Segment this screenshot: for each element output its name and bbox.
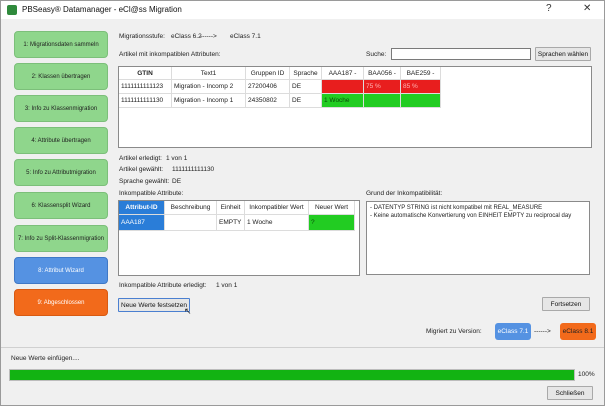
progress-fill xyxy=(10,370,574,380)
reason-heading: Grund der Inkompatibilität: xyxy=(366,190,443,197)
help-icon[interactable]: ? xyxy=(546,3,552,14)
table-row-1-baa056[interactable]: 75 % xyxy=(364,80,401,94)
step-5-button[interactable]: 5: Info zu Attributmigration xyxy=(14,159,108,186)
table-row-1-text1[interactable]: Migration - Incomp 2 xyxy=(172,80,246,94)
step-2-button[interactable]: 2: Klassen übertragen xyxy=(14,63,108,90)
table-row-1-bae259[interactable]: 85 % xyxy=(401,80,441,94)
version-arrow: ------> xyxy=(534,328,551,335)
mouse-cursor-icon: ↖ xyxy=(184,306,192,316)
attribute-row-description[interactable] xyxy=(165,215,217,231)
migration-arrow: ------> xyxy=(200,33,217,40)
continue-button[interactable]: Fortsetzen xyxy=(542,297,590,311)
incompatible-heading: Inkompatible Attribute: xyxy=(119,190,184,197)
col-header-text1[interactable]: Text1 xyxy=(172,67,246,80)
articles-heading: Artikel mit inkompatiblen Attributen: xyxy=(119,51,221,58)
app-icon xyxy=(7,5,17,15)
app-window: PBSeasy® Datamanager - eCl@ss Migration … xyxy=(0,0,605,406)
table-row-2-aaa187[interactable]: 1 Woche xyxy=(322,94,364,108)
attributes-done-label: Inkompatible Attribute erledigt: xyxy=(119,282,207,289)
progress-percent: 100% xyxy=(578,371,595,378)
divider xyxy=(1,347,604,348)
attributes-done-value: 1 von 1 xyxy=(216,282,238,289)
attribute-row-id[interactable]: AAA187 xyxy=(119,215,165,231)
table-row-2-baa056[interactable] xyxy=(364,94,401,108)
col-header-language[interactable]: Sprache xyxy=(290,67,322,80)
table-row-2-bae259[interactable] xyxy=(401,94,441,108)
window-title: PBSeasy® Datamanager - eCl@ss Migration xyxy=(22,5,182,14)
version-from-chip: eClass 7.1 xyxy=(495,323,531,340)
language-selected-label: Sprache gewählt: xyxy=(119,178,170,185)
progress-bar xyxy=(9,369,575,381)
table-row-2-text1[interactable]: Migration - Incomp 1 xyxy=(172,94,246,108)
reason-line-1: - DATENTYP STRING ist nicht kompatibel m… xyxy=(370,205,543,211)
step-6-button[interactable]: 6: Klassensplit Wizard xyxy=(14,192,108,219)
migrated-to-label: Migriert zu Version: xyxy=(426,328,482,335)
version-to-chip: eClass 8.1 xyxy=(560,323,596,340)
language-selected-value: DE xyxy=(172,178,182,185)
col-header-unit[interactable]: Einheit xyxy=(217,201,245,215)
col-header-attribute-id[interactable]: Attribut-ID xyxy=(119,201,165,215)
step-3-button[interactable]: 3: Info zu Klassenmigration xyxy=(14,95,108,122)
step-4-button[interactable]: 4: Attribute übertragen xyxy=(14,127,108,154)
progress-label: Neue Werte einfügen.... xyxy=(11,355,80,362)
table-row-2-group-id[interactable]: 24350802 xyxy=(246,94,290,108)
migration-from: eClass 6.2 xyxy=(171,33,202,40)
col-header-gtin[interactable]: GTIN xyxy=(119,67,172,80)
table-row-1-gtin[interactable]: 1111111111123 xyxy=(119,80,172,94)
col-header-aaa187[interactable]: AAA187 - xyxy=(322,67,364,80)
table-row-2-gtin[interactable]: 1111111111130 xyxy=(119,94,172,108)
close-icon[interactable]: ✕ xyxy=(583,3,591,14)
col-header-new-value[interactable]: Neuer Wert xyxy=(309,201,355,215)
table-row-1-aaa187[interactable] xyxy=(322,80,364,94)
table-row-1-group-id[interactable]: 27200406 xyxy=(246,80,290,94)
col-header-baa056[interactable]: BAA056 - xyxy=(364,67,401,80)
articles-table: GTIN Text1 Gruppen ID Sprache AAA187 - B… xyxy=(118,66,592,148)
step-8-button[interactable]: 8: Attribut Wizard xyxy=(14,257,108,284)
migration-stage-label: Migrationsstufe: xyxy=(119,33,165,40)
reason-line-2: - Keine automatische Konvertierung von E… xyxy=(370,213,572,219)
col-header-description[interactable]: Beschreibung xyxy=(165,201,217,215)
choose-languages-button[interactable]: Sprachen wählen xyxy=(535,47,591,61)
reason-textbox[interactable]: - DATENTYP STRING ist nicht kompatibel m… xyxy=(366,201,590,275)
col-header-bae259[interactable]: BAE259 - xyxy=(401,67,441,80)
article-selected-value: 1111111111130 xyxy=(172,166,215,173)
set-new-values-button[interactable]: Neue Werte festsetzen xyxy=(118,298,190,312)
article-selected-label: Artikel gewählt: xyxy=(119,166,164,173)
migration-to: eClass 7.1 xyxy=(230,33,261,40)
col-header-incompatible-value[interactable]: Inkompatibler Wert xyxy=(245,201,309,215)
articles-done-value: 1 von 1 xyxy=(166,155,188,162)
articles-done-label: Artikel erledigt: xyxy=(119,155,162,162)
step-1-button[interactable]: 1: Migrationsdaten sammeln xyxy=(14,31,108,58)
attribute-row-unit[interactable]: EMPTY xyxy=(217,215,245,231)
table-row-2-language[interactable]: DE xyxy=(290,94,322,108)
step-7-button[interactable]: 7: Info zu Split-Klassenmigration xyxy=(14,225,108,252)
close-button[interactable]: Schließen xyxy=(547,386,593,400)
attribute-row-incompatible-value[interactable]: 1 Woche xyxy=(245,215,309,231)
table-row-1-language[interactable]: DE xyxy=(290,80,322,94)
col-header-group-id[interactable]: Gruppen ID xyxy=(246,67,290,80)
search-label: Suche: xyxy=(366,51,387,58)
step-9-button[interactable]: 9: Abgeschlossen xyxy=(14,289,108,316)
attribute-row-new-value[interactable]: ? xyxy=(309,215,355,231)
incompatible-attributes-table: Attribut-ID Beschreibung Einheit Inkompa… xyxy=(118,200,360,276)
search-input[interactable] xyxy=(391,48,531,60)
title-bar: PBSeasy® Datamanager - eCl@ss Migration … xyxy=(1,1,604,19)
